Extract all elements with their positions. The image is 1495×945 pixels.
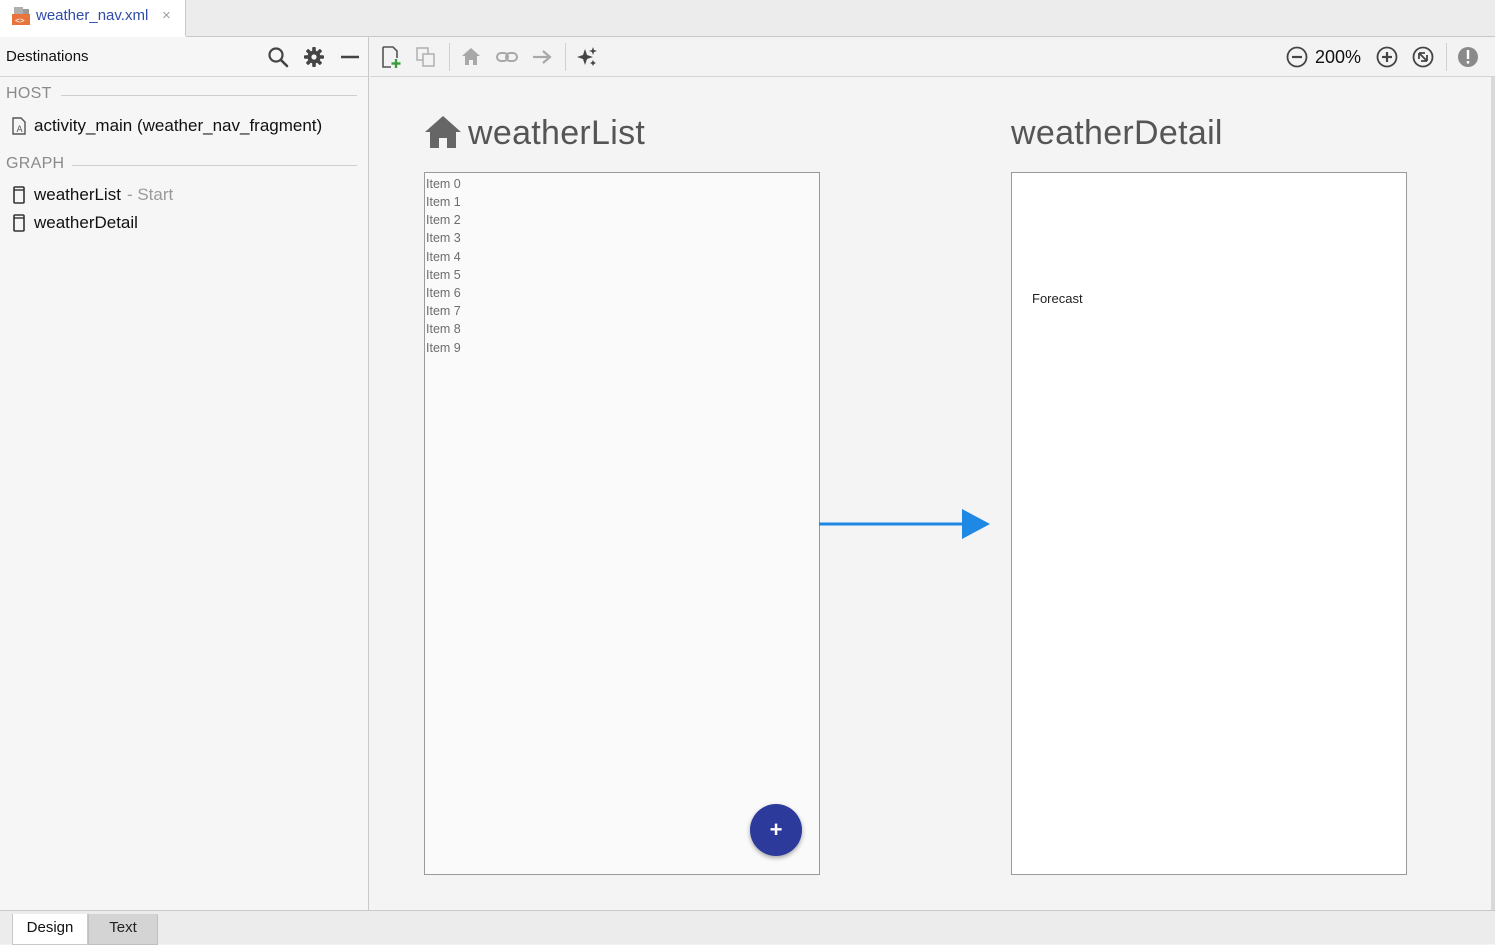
fragment-icon [13,214,25,232]
nav-xml-file-icon: <> [12,7,30,25]
tab-design[interactable]: Design [12,914,88,945]
action-arrow[interactable] [819,507,991,541]
host-item[interactable]: A activity_main (weather_nav_fragment) [12,114,322,138]
destinations-panel: Destinations HOST A activity_main (weath… [0,37,369,910]
layout-file-icon: A [12,117,26,135]
list-item: Item 1 [426,195,461,209]
forecast-label: Forecast [1032,291,1083,306]
list-item: Item 2 [426,213,461,227]
graph-item-weatherlist[interactable]: weatherList - Start [12,183,173,207]
search-icon[interactable] [266,45,290,69]
destination-weatherlist[interactable]: Item 0 Item 1 Item 2 Item 3 Item 4 Item … [424,172,820,875]
panel-title: Destinations [6,48,89,65]
list-item: Item 3 [426,231,461,245]
list-item: Item 6 [426,286,461,300]
toolbar-separator [565,43,566,71]
graph-item-label: weatherList [34,185,121,204]
svg-text:<>: <> [15,16,25,25]
graph-section-label: GRAPH [6,155,65,172]
navigation-editor: 200% weatherList Item 0 Item 1 Item 2 It… [370,37,1495,910]
start-destination-icon [425,116,461,148]
zoom-out-icon[interactable] [1285,45,1309,69]
minimize-icon[interactable] [338,45,362,69]
graph-item-label: weatherDetail [34,213,138,232]
host-item-label: activity_main (weather_nav_fragment) [34,116,323,135]
destination-weatherdetail[interactable]: Forecast [1011,172,1407,875]
nested-graph-icon[interactable] [414,45,438,69]
start-tag: - Start [126,185,174,204]
list-item: Item 9 [426,341,461,355]
auto-arrange-icon[interactable] [575,45,599,69]
list-item: Item 5 [426,268,461,282]
tab-text[interactable]: Text [88,914,158,945]
host-section-label: HOST [6,85,52,102]
editor-tab-bar: <> weather_nav.xml × [0,0,1495,37]
zoom-level: 200% [1315,47,1362,67]
list-item: Item 8 [426,322,461,336]
zoom-to-fit-icon[interactable] [1411,45,1435,69]
add-fab-button[interactable]: + [750,804,802,856]
list-item: Item 0 [426,177,461,191]
zoom-in-icon[interactable] [1375,45,1399,69]
deep-link-icon[interactable] [495,45,519,69]
editor-mode-tabs: Design Text [0,910,1495,945]
start-destination-icon[interactable] [459,45,483,69]
graph-divider [72,165,357,166]
toolbar-separator [1446,43,1447,71]
gear-icon[interactable] [302,45,326,69]
svg-text:A: A [17,125,24,135]
editor-toolbar: 200% [370,37,1495,77]
list-item: Item 4 [426,250,461,264]
fragment-icon [13,186,25,204]
host-divider [61,95,357,96]
warning-icon[interactable] [1456,45,1480,69]
destinations-header: Destinations [0,37,368,77]
new-destination-icon[interactable] [379,45,403,69]
destination-title-weatherlist[interactable]: weatherList [468,114,645,153]
destination-title-weatherdetail[interactable]: weatherDetail [1011,114,1223,153]
toolbar-separator [449,43,450,71]
action-icon[interactable] [530,45,554,69]
file-tab-weather-nav[interactable]: <> weather_nav.xml × [0,0,186,37]
vertical-scrollbar[interactable] [1491,77,1495,910]
close-icon[interactable]: × [162,7,171,24]
file-tab-label: weather_nav.xml [36,7,149,24]
graph-item-weatherdetail[interactable]: weatherDetail [12,211,138,235]
list-item: Item 7 [426,304,461,318]
